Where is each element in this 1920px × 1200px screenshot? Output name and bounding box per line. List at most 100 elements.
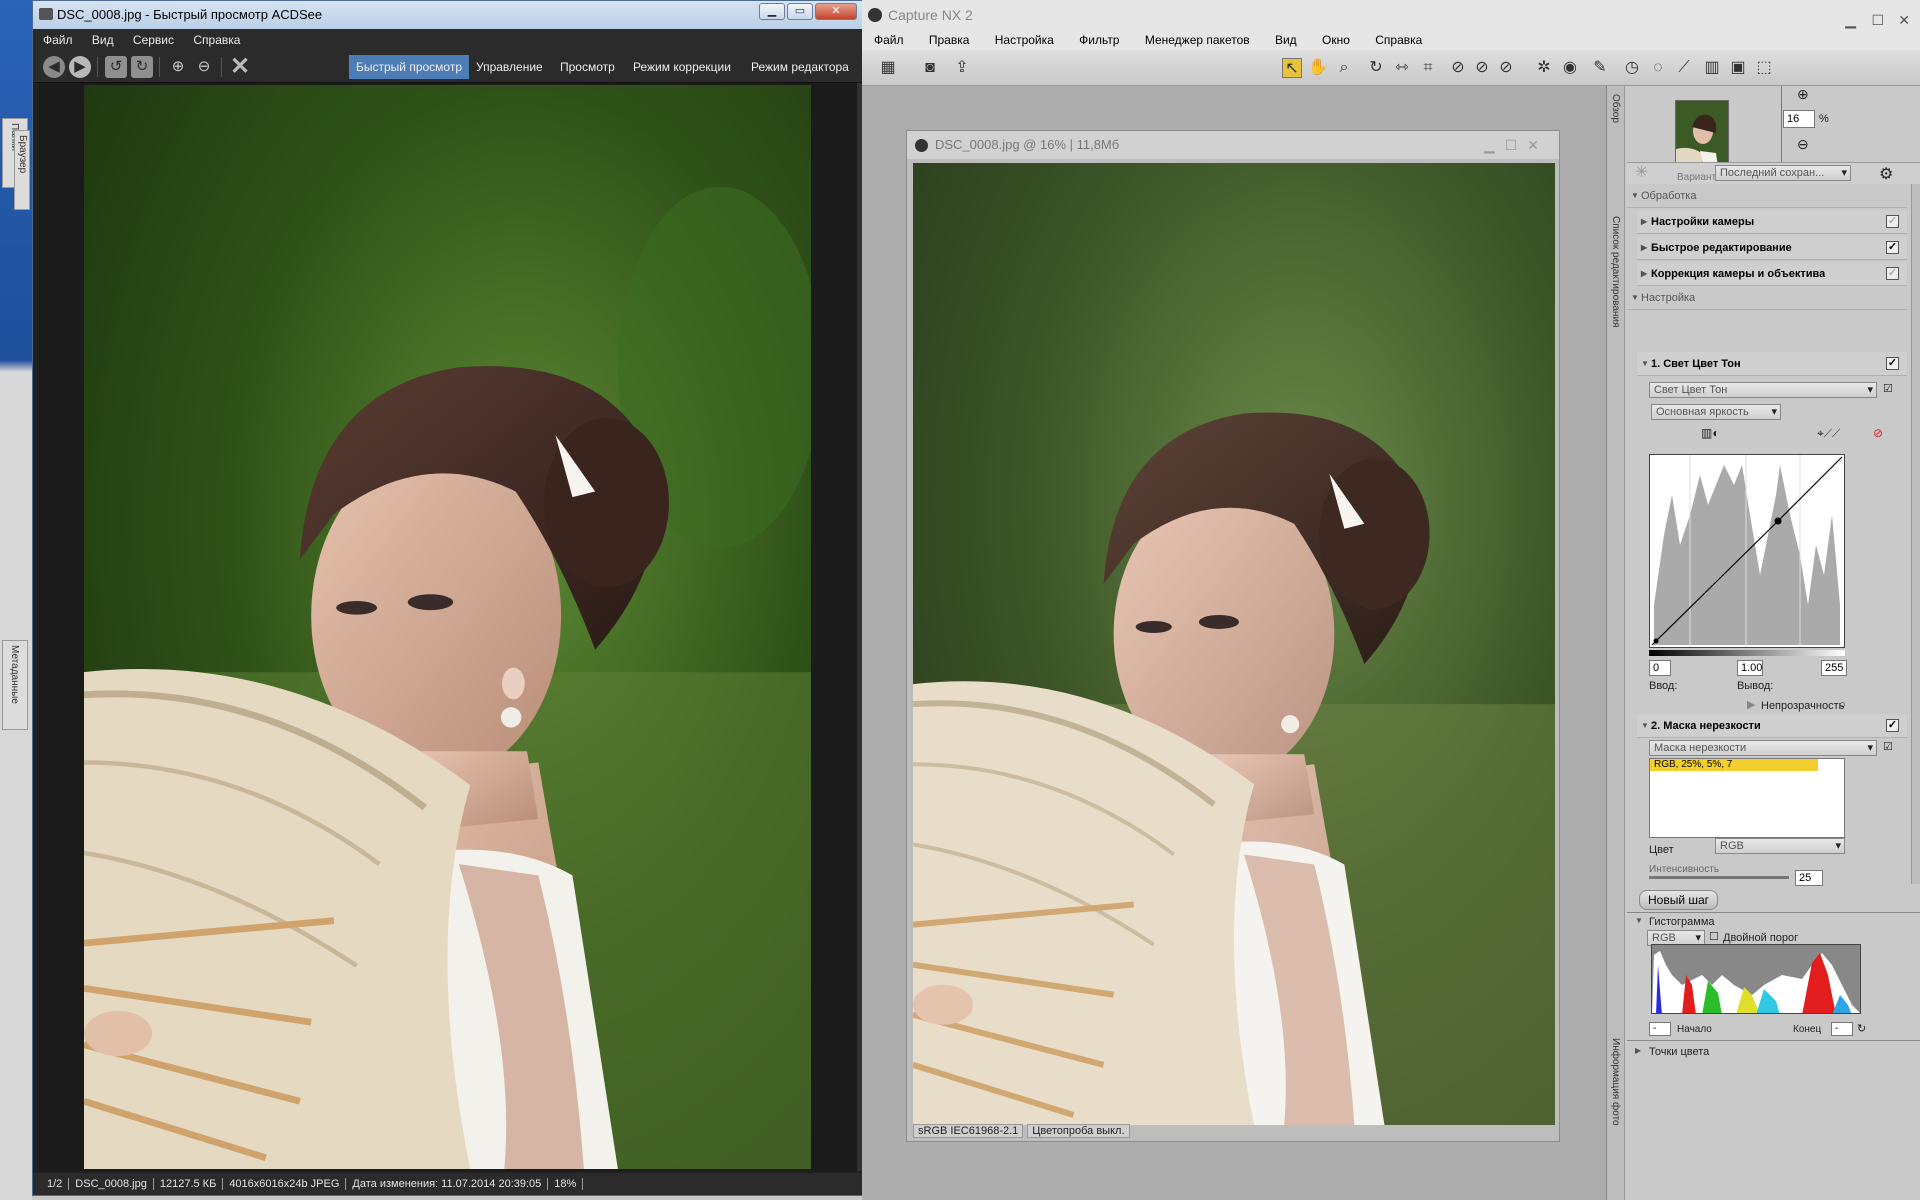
red-eye-icon[interactable]: ✲ (1534, 58, 1554, 78)
collapse-triangle-icon[interactable]: ▼ (1635, 916, 1643, 925)
gradient-icon[interactable]: ▥ (1702, 58, 1722, 78)
tab-edit-list[interactable]: Список редактирования (1610, 216, 1621, 327)
zoom-input[interactable]: 16 (1783, 110, 1815, 128)
rotate-right-icon[interactable]: ↻ (131, 56, 153, 78)
gamma-field[interactable]: 1.00 (1737, 660, 1763, 676)
document-image[interactable] (913, 163, 1555, 1125)
step-2-checkbox[interactable]: ✓ (1886, 719, 1899, 732)
panel-scrollbar[interactable] (1911, 184, 1920, 884)
start-field[interactable]: - (1649, 1022, 1671, 1036)
camera-icon[interactable]: ◙ (920, 58, 940, 78)
color-select[interactable]: RGB (1715, 838, 1845, 854)
menu-adjust[interactable]: Настройка (995, 33, 1054, 47)
brush-icon[interactable]: ⟋ (1674, 58, 1694, 78)
acdsee-titlebar[interactable]: DSC_0008.jpg - Быстрый просмотр ACDSee ▁… (33, 1, 863, 29)
opacity-label[interactable]: Непрозрачность (1761, 700, 1844, 712)
lasso-icon[interactable]: ◌ (1648, 58, 1668, 78)
straighten-icon[interactable]: ⇿ (1392, 58, 1412, 78)
black-point-icon[interactable]: ⊘ (1448, 58, 1468, 78)
step-2-enable-check[interactable]: ☑ (1883, 740, 1893, 753)
step-lens-correction[interactable]: ▶ Коррекция камеры и объектива ✓ (1637, 262, 1907, 286)
curve-tools-icons[interactable]: ⌖⟋⟋ (1817, 426, 1840, 441)
metadata-tab[interactable]: Метаданные (2, 640, 28, 730)
new-step-button[interactable]: Новый шаг (1639, 890, 1719, 910)
zoom-in-icon[interactable]: ⊕ (167, 56, 189, 78)
quick-edit-checkbox[interactable]: ✓ (1886, 241, 1899, 254)
channel-select[interactable]: Основная яркость (1651, 404, 1781, 420)
forward-icon[interactable]: ▶ (69, 56, 91, 78)
back-icon[interactable]: ◀ (43, 56, 65, 78)
neutral-point-icon[interactable]: ⊘ (1472, 58, 1492, 78)
menu-view[interactable]: Вид (92, 33, 114, 47)
step-2-select[interactable]: Маска нерезкости (1649, 740, 1877, 756)
crop-icon[interactable]: ⌗ (1418, 58, 1438, 78)
menu-help[interactable]: Справка (193, 33, 240, 47)
zoom-in-icon[interactable]: ⊕ (1797, 86, 1809, 103)
mask-list[interactable]: RGB, 25%, 5%, 7 (1649, 758, 1845, 838)
zoom-out-icon[interactable]: ⊖ (1797, 136, 1809, 153)
menu-tools[interactable]: Сервис (133, 33, 174, 47)
input-black-field[interactable]: 0 (1649, 660, 1671, 676)
browser-toggle-icon[interactable]: ▦ (878, 58, 898, 78)
white-point-icon[interactable]: ⊘ (1496, 58, 1516, 78)
step-1-header[interactable]: ▼ 1. Свет Цвет Тон ✓ (1637, 352, 1907, 376)
acdsee-viewer[interactable] (39, 83, 857, 1171)
refresh-icon[interactable]: ↻ (1857, 1022, 1866, 1035)
step-quick-edit[interactable]: ▶ Быстрое редактирование ✓ (1637, 236, 1907, 260)
end-field[interactable]: - (1831, 1022, 1853, 1036)
step-camera-settings[interactable]: ▶ Настройки камеры ✓ (1637, 210, 1907, 234)
tab-photo-info[interactable]: Информация фото (1610, 1038, 1621, 1126)
zoom-out-icon[interactable]: ⊖ (193, 56, 215, 78)
minimize-button[interactable]: ▁ (759, 3, 785, 20)
direct-select-icon[interactable]: ↖ (1282, 58, 1302, 78)
maximize-button[interactable]: ▭ (787, 3, 813, 20)
mode-view[interactable]: Просмотр (553, 55, 622, 79)
step-2-header[interactable]: ▼ 2. Маска нерезкости ✓ (1637, 714, 1907, 738)
fill-icon[interactable]: ▣ (1728, 58, 1748, 78)
document-titlebar[interactable]: DSC_0008.jpg @ 16% | 11,8Мб ▁☐✕ (907, 131, 1559, 159)
delete-icon[interactable]: ✕ (229, 55, 251, 79)
input-white-field[interactable]: 255 (1821, 660, 1847, 676)
hand-icon[interactable]: ✋ (1308, 58, 1328, 78)
menu-file[interactable]: Файл (874, 33, 904, 47)
variant-select[interactable]: Последний сохран... (1715, 165, 1851, 181)
section-processing[interactable]: ▼ Обработка (1627, 184, 1907, 208)
menu-window[interactable]: Окно (1322, 33, 1350, 47)
step-1-enable-check[interactable]: ☑ (1883, 382, 1893, 395)
zoom-icon[interactable]: ⌕ (1334, 58, 1354, 78)
capturenx-titlebar[interactable]: Capture NX 2 ▁ ☐ ✕ (862, 0, 1920, 30)
close-button[interactable]: ✕ (815, 3, 857, 20)
mode-quickview[interactable]: Быстрый просмотр (349, 55, 470, 79)
document-window-buttons[interactable]: ▁☐✕ (1484, 131, 1549, 159)
menu-file[interactable]: Файл (43, 33, 73, 47)
color-points-label[interactable]: Точки цвета (1649, 1046, 1709, 1058)
eye-icon[interactable]: ◉ (1560, 58, 1580, 78)
settings-gear-icon[interactable]: ⚙ (1879, 164, 1893, 184)
output-icon[interactable]: ⇪ (952, 58, 972, 78)
menu-filter[interactable]: Фильтр (1079, 33, 1119, 47)
intensity-slider[interactable] (1649, 876, 1789, 879)
step-1-select[interactable]: Свет Цвет Тон (1649, 382, 1877, 398)
mode-edit[interactable]: Режим редактора (744, 55, 856, 79)
mode-manage[interactable]: Управление (469, 55, 550, 79)
rotate-icon[interactable]: ↻ (1366, 58, 1386, 78)
camera-settings-checkbox[interactable]: ✓ (1886, 215, 1899, 228)
control-point-icon[interactable]: ◷ (1622, 58, 1642, 78)
section-adjust[interactable]: ▼ Настройка (1627, 286, 1907, 310)
mode-develop[interactable]: Режим коррекции (626, 55, 738, 79)
menu-batch[interactable]: Менеджер пакетов (1145, 33, 1250, 47)
menu-edit[interactable]: Правка (929, 33, 970, 47)
opacity-radio[interactable]: ○ (1839, 699, 1846, 711)
mask-list-item[interactable]: RGB, 25%, 5%, 7 (1650, 759, 1818, 771)
menu-view[interactable]: Вид (1275, 33, 1297, 47)
intensity-field[interactable]: 25 (1795, 870, 1823, 886)
softproof-toggle[interactable]: Цветопроба выкл. (1027, 1124, 1130, 1138)
browser-tab[interactable]: Браузер (14, 130, 30, 210)
reset-icon[interactable]: ⊘ (1873, 426, 1883, 440)
histogram-view-icon[interactable]: ▥◐ (1701, 426, 1720, 440)
opacity-triangle-icon[interactable]: ▶ (1747, 698, 1755, 711)
lens-correction-checkbox[interactable]: ✓ (1886, 267, 1899, 280)
tab-overview[interactable]: Обзор (1610, 94, 1621, 123)
rotate-left-icon[interactable]: ↺ (105, 56, 127, 78)
step-1-checkbox[interactable]: ✓ (1886, 357, 1899, 370)
